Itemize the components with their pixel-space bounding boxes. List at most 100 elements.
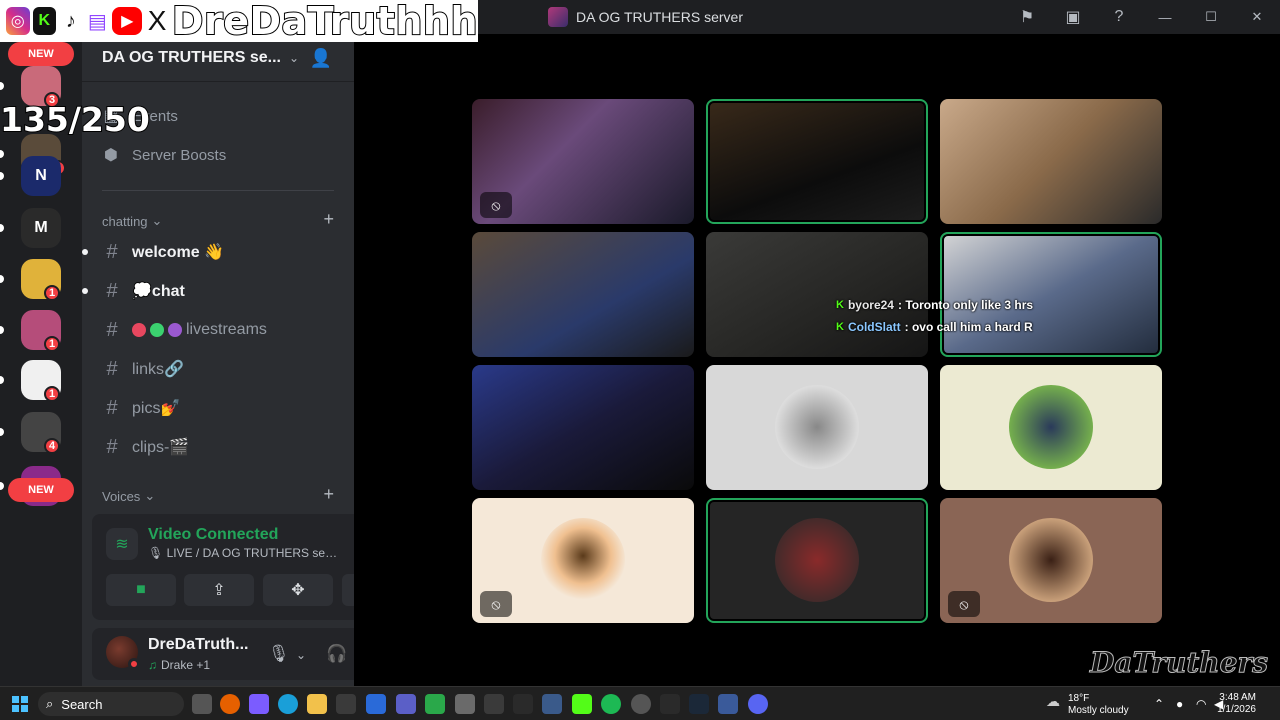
channel-item[interactable]: # clips-🎬 — [102, 430, 189, 464]
outlook-icon[interactable] — [366, 694, 386, 714]
microphone-icon[interactable]: 🎙 — [268, 644, 290, 664]
chat-username: byore24 — [847, 298, 894, 312]
new-indicator-top[interactable]: NEW — [8, 42, 74, 66]
video-tile[interactable] — [706, 99, 928, 224]
obs-icon[interactable] — [631, 694, 651, 714]
app-icon[interactable] — [542, 694, 562, 714]
hash-icon: # — [106, 318, 118, 341]
headphones-icon[interactable]: 🎧 — [326, 644, 347, 664]
cloud-icon: ☁ — [1046, 693, 1060, 709]
video-tile[interactable] — [706, 365, 928, 490]
voice-status[interactable]: Video Connected — [148, 526, 278, 544]
hash-icon: # — [106, 240, 118, 263]
taskbar: ⌕ Search ☁ 18°F Mostly cloudy ⌃ ● ◠ ◀ 3:… — [0, 686, 1280, 720]
steam-icon[interactable] — [689, 694, 709, 714]
channel-item[interactable]: # welcome 👋 — [82, 235, 224, 269]
task-view-icon[interactable] — [192, 694, 212, 714]
teams-icon[interactable] — [396, 694, 416, 714]
video-tile[interactable]: ⦸ — [940, 498, 1162, 623]
app-icon[interactable] — [660, 694, 680, 714]
user-activity: ♫ Drake +1 — [148, 658, 210, 672]
edge-icon[interactable] — [278, 694, 298, 714]
discord-icon[interactable] — [748, 694, 768, 714]
app-tray-icon[interactable]: ● — [1176, 697, 1183, 711]
firefox-icon[interactable] — [220, 694, 240, 714]
category-label: chatting — [102, 213, 148, 229]
category-label: Voices — [102, 488, 141, 504]
hash-icon: # — [106, 357, 118, 380]
minimize-icon[interactable]: — — [1142, 0, 1188, 34]
app-icon[interactable] — [455, 694, 475, 714]
server-icon — [548, 7, 568, 27]
new-indicator-bottom[interactable]: NEW — [8, 478, 74, 502]
channel-item[interactable]: # livestreams — [102, 313, 267, 347]
app-icon[interactable] — [484, 694, 504, 714]
category-voices[interactable]: Voices ⌄ — [102, 488, 155, 504]
inbox-icon[interactable]: ▣ — [1050, 0, 1096, 34]
watermark-logo: DaTruthers — [1090, 646, 1269, 680]
channel-name: livestreams — [132, 321, 267, 339]
video-tile[interactable] — [940, 365, 1162, 490]
server-icon-3[interactable]: N — [21, 156, 61, 196]
divider — [102, 190, 334, 191]
video-tile[interactable] — [472, 232, 694, 357]
voice-channel-name[interactable]: 🎙 LIVE / DA OG TRUTHERS ser... — [148, 546, 338, 560]
unread-pip — [0, 224, 4, 232]
kick-app-icon[interactable] — [572, 694, 592, 714]
chevron-up-icon[interactable]: ⌃ — [1154, 697, 1164, 711]
username[interactable]: DreDaTruth... — [148, 636, 258, 654]
video-tile[interactable] — [472, 365, 694, 490]
flag-icon[interactable]: ⚑ — [1004, 0, 1050, 34]
channel-item[interactable]: # 💭chat — [82, 274, 185, 308]
windows-start-icon[interactable] — [12, 696, 28, 712]
unread-pip — [0, 150, 4, 158]
activities-button[interactable]: ✥ — [263, 574, 333, 606]
channel-label: livestreams — [186, 321, 267, 338]
store-icon[interactable] — [336, 694, 356, 714]
screenshare-button[interactable]: ⇪ — [184, 574, 254, 606]
channel-name: 💭chat — [132, 283, 185, 300]
wifi-icon[interactable]: ◠ — [1196, 697, 1206, 711]
chevron-down-icon[interactable]: ⌄ — [296, 648, 306, 662]
twitch-icon: ▤ — [85, 7, 110, 35]
sidebar-item-boosts[interactable]: ⬢ Server Boosts — [102, 139, 226, 171]
close-icon[interactable]: ✕ — [1234, 0, 1280, 34]
chat-message: K ColdSlatt : ovo call him a hard R — [836, 316, 1033, 338]
channel-item[interactable]: # links🔗 — [102, 352, 184, 386]
hash-icon: # — [106, 279, 118, 302]
social-overlay: ◎ K ♪ ▤ ▶ X DreDaTruthhh — [0, 0, 479, 42]
camera-button[interactable]: ■ — [106, 574, 176, 606]
video-stage: ⦸ ⦸ ⦸ — [354, 34, 1280, 686]
app-icon[interactable] — [718, 694, 738, 714]
unread-pip — [0, 172, 4, 180]
video-tile[interactable]: ⦸ — [472, 99, 694, 224]
add-channel-icon[interactable]: + — [323, 209, 334, 230]
weather-temp: 18°F — [1068, 693, 1090, 704]
tiktok-icon: ♪ — [59, 7, 83, 35]
help-icon[interactable]: ? — [1096, 0, 1142, 34]
hash-icon: # — [106, 435, 118, 458]
viewer-counter: 135/250 — [0, 99, 151, 140]
video-tile[interactable] — [940, 99, 1162, 224]
video-tile[interactable] — [706, 498, 928, 623]
chat-username: ColdSlatt — [847, 320, 901, 334]
file-explorer-icon[interactable] — [307, 694, 327, 714]
video-tile[interactable]: ⦸ — [472, 498, 694, 623]
app-icon[interactable] — [513, 694, 533, 714]
taskbar-search[interactable]: ⌕ Search — [38, 692, 184, 716]
channel-name: links🔗 — [132, 361, 184, 378]
copilot-icon[interactable] — [249, 694, 269, 714]
maximize-icon[interactable]: ☐ — [1188, 0, 1234, 34]
signal-icon: ≋ — [106, 528, 138, 560]
mention-badge: 4 — [44, 438, 61, 454]
music-note-icon: ♫ — [148, 658, 157, 672]
app-icon[interactable] — [425, 694, 445, 714]
category-chatting[interactable]: chatting ⌄ — [102, 213, 162, 229]
add-channel-icon[interactable]: + — [323, 484, 334, 505]
window-title-group: DA OG TRUTHERS server — [548, 7, 743, 27]
spotify-icon[interactable] — [601, 694, 621, 714]
channel-item[interactable]: # pics💅 — [102, 391, 180, 425]
server-icon-4[interactable]: M — [21, 208, 61, 248]
invite-icon[interactable]: 👤 — [310, 48, 332, 69]
clock[interactable]: 3:48 AM 1/1/2026 — [1217, 692, 1256, 716]
